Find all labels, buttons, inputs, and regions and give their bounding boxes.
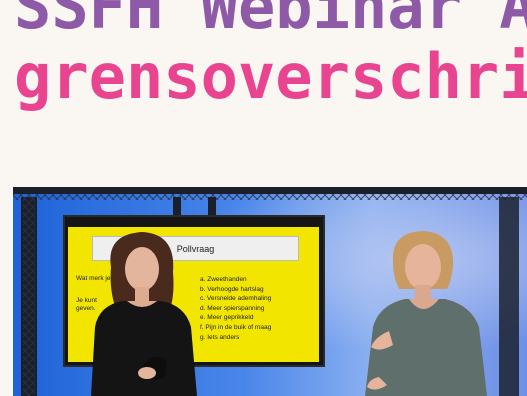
webinar-video-frame[interactable]: Pollvraag Wat merk je Je kunt geven. a. …	[13, 187, 527, 396]
presenter-left	[91, 232, 197, 396]
page-title-line-2: grensoverschri	[14, 40, 527, 113]
page-title: SSFH Webinar A grensoverschri	[14, 0, 527, 112]
page-title-line-1: SSFH Webinar A	[14, 0, 527, 43]
presenter-right	[365, 231, 487, 396]
